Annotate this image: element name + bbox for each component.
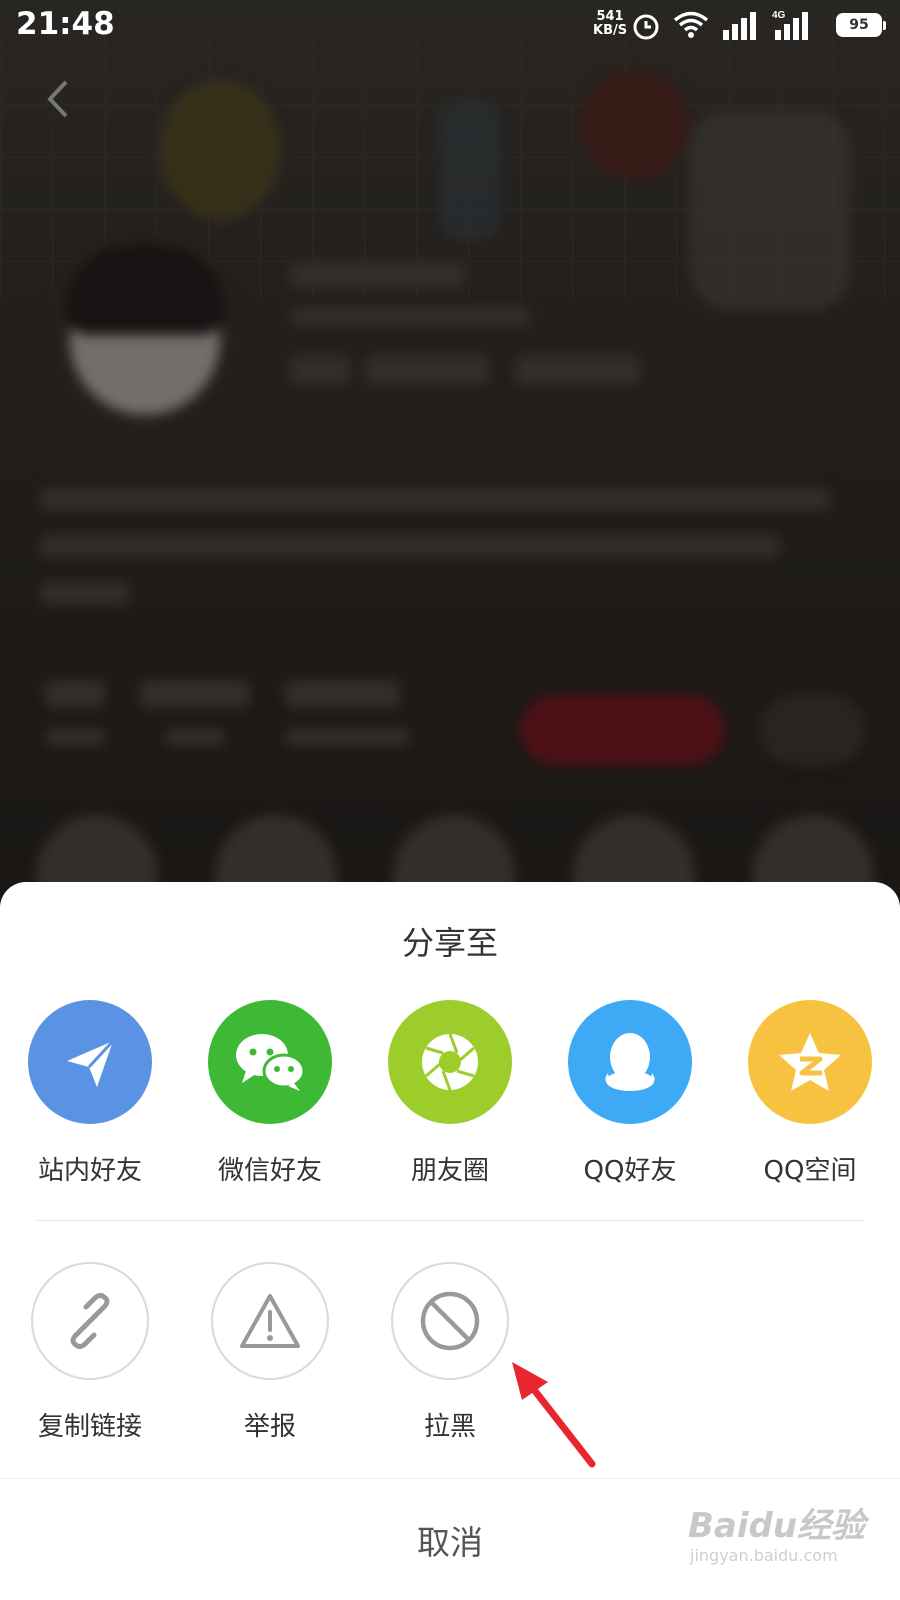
action-label: 举报 xyxy=(243,1412,296,1442)
wechat-icon xyxy=(208,1000,332,1124)
report-button[interactable]: 举报 xyxy=(180,1262,360,1443)
share-sheet: 分享至 站内好友 微信好友 朋友圈 QQ好友 QQ空间 复制链接 举报 拉黑 取… xyxy=(0,882,900,1600)
link-icon xyxy=(31,1262,149,1380)
send-icon xyxy=(28,1000,152,1124)
share-target-qq[interactable]: QQ好友 xyxy=(540,1000,720,1187)
back-arrow-icon xyxy=(47,80,68,118)
status-time: 21:48 xyxy=(16,6,115,42)
network-speed-value: 541 xyxy=(596,9,624,24)
share-target-site-friend[interactable]: 站内好友 xyxy=(0,1000,180,1187)
watermark-brand: Baidu经验 xyxy=(688,1506,866,1546)
share-target-label: QQ好友 xyxy=(583,1156,677,1186)
moments-icon xyxy=(388,1000,512,1124)
qq-icon xyxy=(568,1000,692,1124)
status-bar: 21:48 541 KB/S 4G 95 xyxy=(0,0,900,50)
block-icon xyxy=(391,1262,509,1380)
qzone-icon xyxy=(748,1000,872,1124)
wifi-icon xyxy=(673,11,709,38)
signal-icon xyxy=(723,12,756,40)
share-sheet-title: 分享至 xyxy=(401,924,498,962)
share-target-label: 微信好友 xyxy=(217,1156,322,1186)
action-label: 复制链接 xyxy=(37,1412,142,1442)
share-target-moments[interactable]: 朋友圈 xyxy=(360,1000,540,1187)
network-speed: 541 KB/S xyxy=(593,10,627,38)
sheet-divider xyxy=(36,1220,864,1221)
battery-indicator: 95 xyxy=(836,13,886,37)
share-target-label: QQ空间 xyxy=(763,1156,857,1186)
annotation-arrow-icon xyxy=(512,1362,596,1468)
share-target-label: 朋友圈 xyxy=(410,1156,489,1186)
network-speed-unit: KB/S xyxy=(593,23,628,38)
watermark-url: jingyan.baidu.com xyxy=(690,1546,838,1565)
svg-text:4G: 4G xyxy=(772,10,786,21)
copy-link-button[interactable]: 复制链接 xyxy=(0,1262,180,1443)
share-target-label: 站内好友 xyxy=(37,1156,142,1186)
share-target-qzone[interactable]: QQ空间 xyxy=(720,1000,900,1187)
share-target-wechat[interactable]: 微信好友 xyxy=(180,1000,360,1187)
alarm-icon xyxy=(633,14,659,40)
warning-icon xyxy=(211,1262,329,1380)
signal-4g-icon: 4G xyxy=(772,10,808,40)
